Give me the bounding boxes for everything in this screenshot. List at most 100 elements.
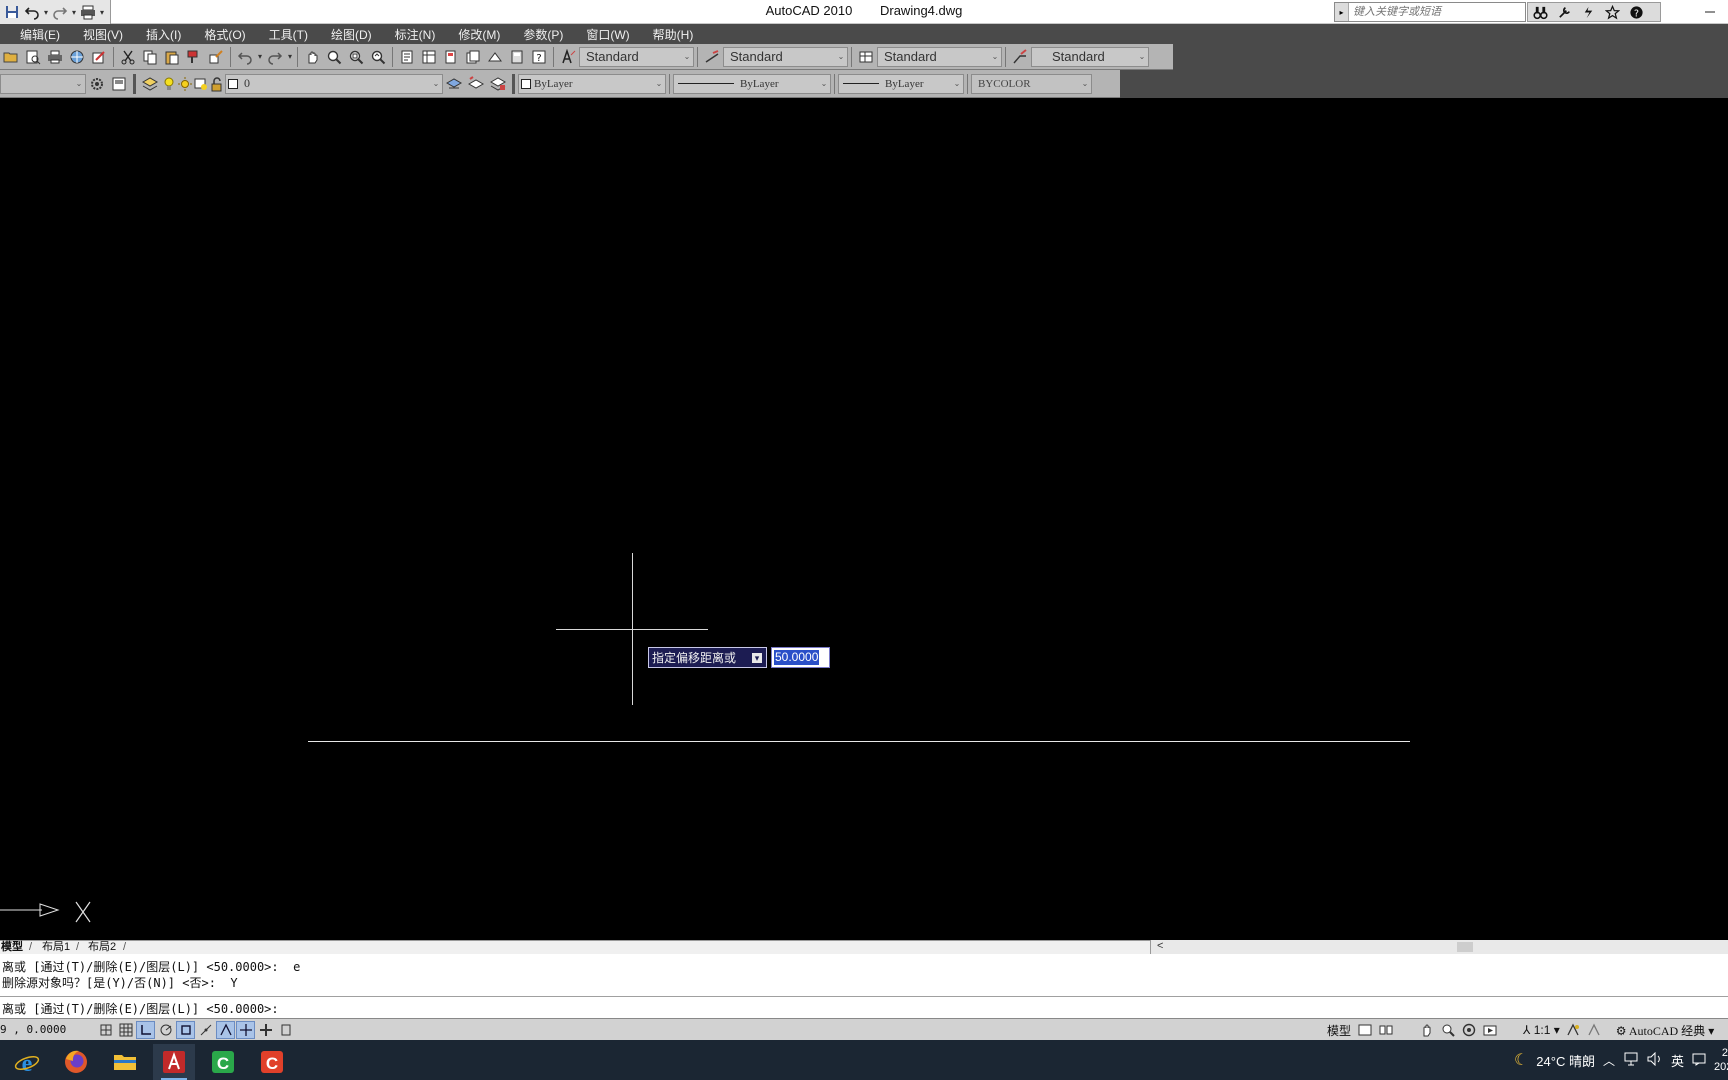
text-style-combo[interactable]: Standard ⌄ [579, 46, 694, 67]
menu-format[interactable]: 格式(O) [204, 26, 245, 43]
save-icon[interactable] [2, 2, 22, 22]
make-object-layer-current-icon[interactable] [443, 73, 465, 95]
workspace-save-icon[interactable] [108, 73, 130, 95]
dimension-style-icon[interactable] [701, 46, 723, 68]
layer-states-icon[interactable] [487, 73, 509, 95]
undo-dropdown-icon[interactable]: ▾ [42, 8, 50, 17]
copy-icon[interactable] [139, 46, 161, 68]
qat-customize-icon[interactable]: ▾ [98, 8, 106, 17]
menu-dimension[interactable]: 标注(N) [395, 26, 436, 43]
print-icon[interactable] [44, 46, 66, 68]
horizontal-scrollbar[interactable]: < [1150, 940, 1728, 954]
grid-display-icon[interactable] [116, 1021, 135, 1039]
zoom-realtime-icon[interactable] [323, 46, 345, 68]
layer-thaw-sun-icon[interactable] [177, 73, 193, 95]
tab-model[interactable]: 模型 [1, 941, 23, 954]
color-control-combo[interactable]: ByLayer ⌄ [518, 73, 666, 94]
steering-wheel-icon[interactable] [1459, 1021, 1478, 1039]
communication-center-icon[interactable] [1578, 3, 1598, 21]
minimize-icon[interactable] [1700, 2, 1720, 22]
multileader-style-combo[interactable]: Standard ⌄ [1031, 46, 1149, 67]
markup-icon[interactable] [484, 46, 506, 68]
lineweight-control-combo[interactable]: ByLayer ⌄ [838, 73, 964, 94]
undo-icon[interactable] [22, 2, 42, 22]
volume-icon[interactable] [1647, 1051, 1663, 1069]
menu-modify[interactable]: 修改(M) [458, 26, 500, 43]
workspace-switch[interactable]: ⚙ AutoCAD 经典 ▾ [1614, 1022, 1716, 1039]
show-hidden-icons-icon[interactable]: ︿ [1603, 1052, 1615, 1069]
notification-icon[interactable] [1692, 1052, 1706, 1069]
design-center-icon[interactable] [418, 46, 440, 68]
annotation-visibility-icon[interactable] [1564, 1021, 1583, 1039]
dynamic-ucs-icon[interactable] [216, 1021, 235, 1039]
menu-insert[interactable]: 插入(I) [146, 26, 181, 43]
menu-draw[interactable]: 绘图(D) [331, 26, 372, 43]
layer-combo[interactable]: 0 ⌄ [225, 73, 443, 94]
dimension-style-combo[interactable]: Standard ⌄ [723, 46, 848, 67]
toolbar-redo-icon[interactable] [264, 46, 286, 68]
workspace-combo[interactable]: ⌄ [0, 73, 86, 94]
open-icon[interactable] [0, 46, 22, 68]
ortho-mode-icon[interactable] [136, 1021, 155, 1039]
pan-status-icon[interactable] [1417, 1021, 1436, 1039]
command-prompt-line[interactable]: 离或 [通过(T)/删除(E)/图层(L)] <50.0000>: [2, 1000, 279, 1017]
menu-tools[interactable]: 工具(T) [269, 26, 308, 43]
tool-palettes-icon[interactable] [440, 46, 462, 68]
showmotion-icon[interactable] [1480, 1021, 1499, 1039]
network-icon[interactable] [1623, 1052, 1639, 1069]
subscription-center-icon[interactable] [1554, 3, 1574, 21]
layer-properties-manager-icon[interactable] [139, 73, 161, 95]
layer-previous-icon[interactable] [465, 73, 487, 95]
annotation-scale[interactable]: ⅄ 1:1 ▾ [1521, 1023, 1562, 1037]
auto-scale-icon[interactable] [1585, 1021, 1604, 1039]
table-style-icon[interactable] [855, 46, 877, 68]
zoom-window-icon[interactable] [345, 46, 367, 68]
zoom-status-icon[interactable] [1438, 1021, 1457, 1039]
quick-view-layouts-icon[interactable] [1376, 1021, 1395, 1039]
dynamic-options-arrow-icon[interactable]: ▾ [752, 653, 762, 663]
plot-icon[interactable] [78, 2, 98, 22]
publish-icon[interactable] [66, 46, 88, 68]
toolbar-help-icon[interactable]: ? [528, 46, 550, 68]
workspace-settings-gear-icon[interactable] [86, 73, 108, 95]
table-style-combo[interactable]: Standard ⌄ [877, 46, 1002, 67]
cut-icon[interactable] [117, 46, 139, 68]
layer-viewport-freeze-icon[interactable] [193, 73, 209, 95]
redo-dropdown-icon[interactable]: ▾ [70, 8, 78, 17]
pan-icon[interactable] [301, 46, 323, 68]
coordinate-readout[interactable]: 9 , 0.0000 [0, 1023, 66, 1036]
help-icon[interactable]: ? [1626, 3, 1646, 21]
calculator-icon[interactable] [506, 46, 528, 68]
autocad-taskbar-icon[interactable] [153, 1044, 195, 1080]
input-method-indicator[interactable]: 英 [1671, 1051, 1684, 1070]
text-style-icon[interactable] [557, 46, 579, 68]
layer-unlock-icon[interactable] [209, 73, 225, 95]
object-snap-icon[interactable] [176, 1021, 195, 1039]
paste-icon[interactable] [161, 46, 183, 68]
search-expand-icon[interactable]: ▸ [1335, 3, 1349, 21]
plotstyle-control-combo[interactable]: BYCOLOR ⌄ [971, 73, 1092, 94]
file-explorer-icon[interactable] [104, 1044, 146, 1080]
clock[interactable]: 2 2021 [1714, 1046, 1728, 1074]
toolbar-undo-dropdown-icon[interactable]: ▾ [256, 52, 264, 61]
tab-layout1[interactable]: 布局1 [42, 941, 70, 954]
3d-dwf-icon[interactable] [88, 46, 110, 68]
help-search-input[interactable] [1349, 3, 1519, 21]
multileader-style-icon[interactable] [1009, 46, 1031, 68]
toolbar-redo-dropdown-icon[interactable]: ▾ [286, 52, 294, 61]
layer-on-bulb-icon[interactable] [161, 73, 177, 95]
menu-help[interactable]: 帮助(H) [653, 26, 694, 43]
internet-explorer-icon[interactable]: e [6, 1044, 48, 1080]
redo-icon[interactable] [50, 2, 70, 22]
dynamic-input-toggle-icon[interactable] [236, 1021, 255, 1039]
menu-parametric[interactable]: 参数(P) [523, 26, 563, 43]
quick-properties-icon[interactable] [276, 1021, 295, 1039]
firefox-icon[interactable] [55, 1044, 97, 1080]
scroll-left-arrow-icon[interactable]: < [1157, 940, 1163, 953]
linetype-control-combo[interactable]: ByLayer ⌄ [673, 73, 831, 94]
plot-preview-icon[interactable] [22, 46, 44, 68]
dynamic-input-field[interactable]: 50.0000 [771, 647, 830, 668]
red-c-app-icon[interactable]: C [251, 1044, 293, 1080]
favorites-star-icon[interactable] [1602, 3, 1622, 21]
properties-icon[interactable] [396, 46, 418, 68]
